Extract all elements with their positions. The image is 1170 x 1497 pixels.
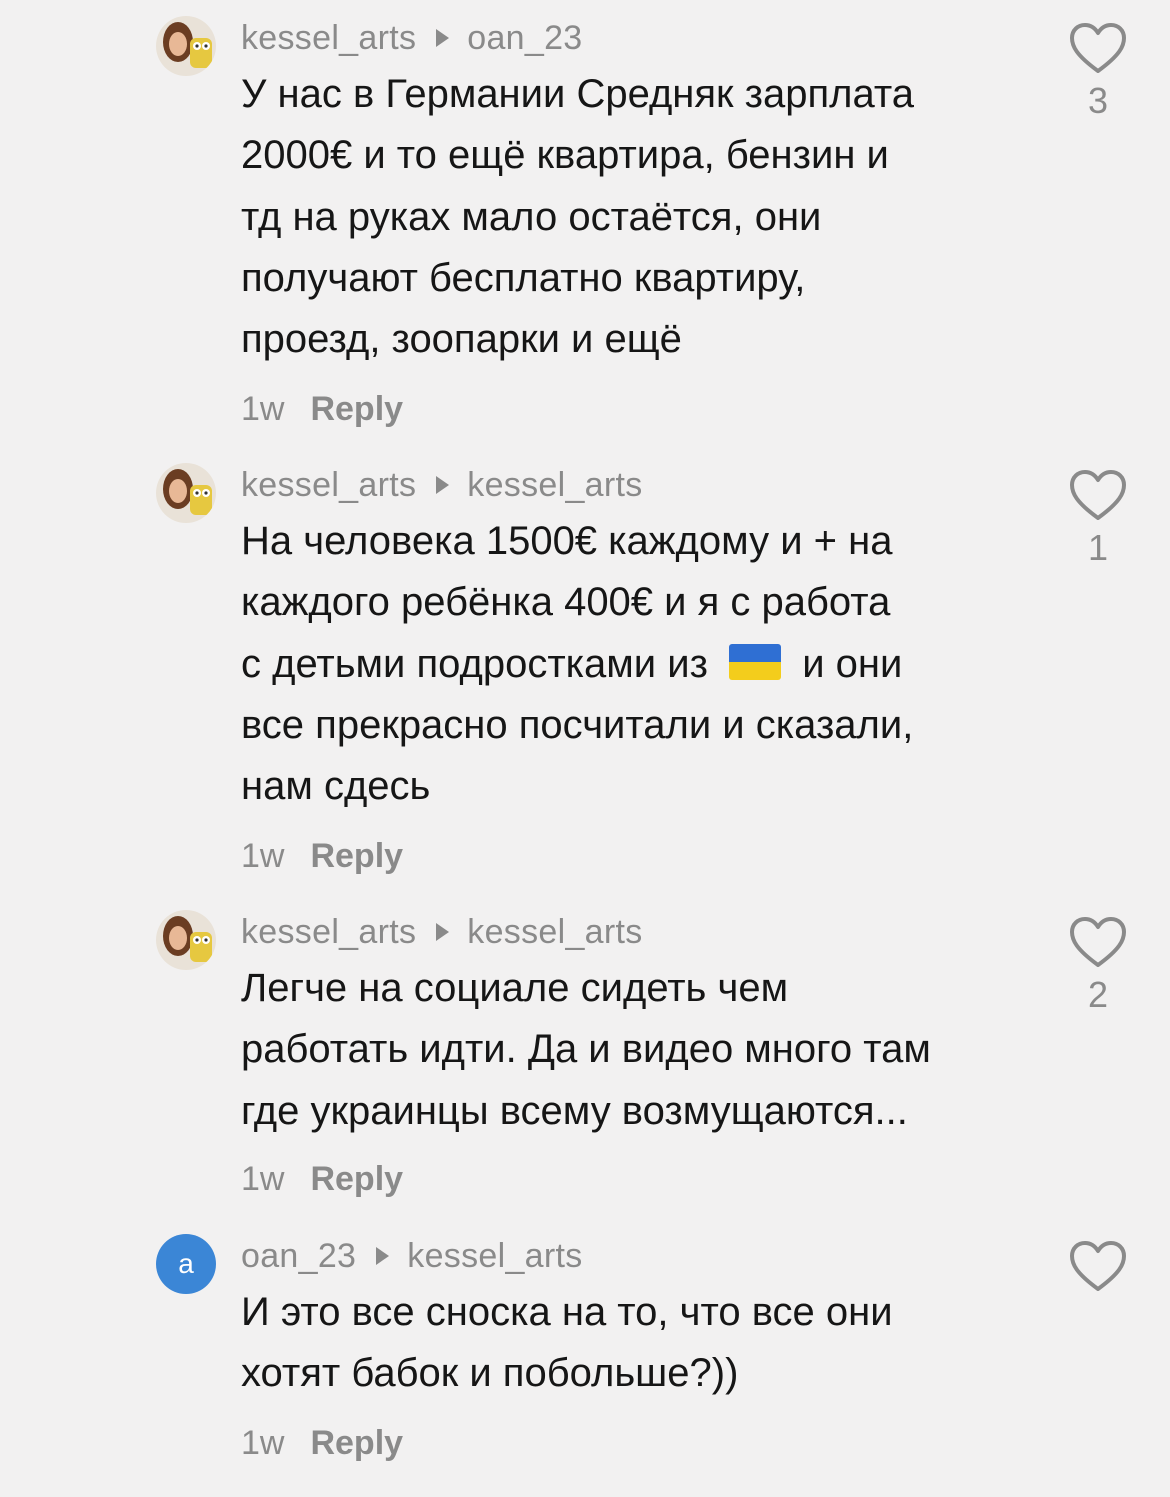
comment-line: все прекрасно посчитали и сказали,: [241, 702, 914, 747]
avatar[interactable]: a: [156, 1234, 216, 1294]
comment-line: проезд, зоопарки и ещё: [241, 317, 682, 362]
reply-to-name[interactable]: kessel_arts: [467, 913, 642, 952]
comment-header: kessel_arts oan_23: [241, 16, 583, 60]
comment-meta: 1w Reply: [241, 1424, 403, 1463]
user-photo-avatar-icon: [156, 16, 216, 76]
heart-icon: [1070, 917, 1126, 967]
comment-line: тд на руках мало остаётся, они: [241, 194, 822, 239]
reply-arrow-icon: [436, 923, 450, 941]
user-photo-avatar-icon: [156, 463, 216, 523]
heart-icon: [1070, 1241, 1126, 1291]
comment-line: И это все сноска на то, что все они: [241, 1290, 893, 1334]
reply-arrow-icon: [376, 1247, 390, 1265]
author-name[interactable]: kessel_arts: [241, 466, 416, 505]
reply-to-name[interactable]: kessel_arts: [407, 1237, 582, 1276]
comment-line: где украинцы всему возмущаются...: [241, 1088, 908, 1133]
comment-line-part: с детьми подростками из: [241, 641, 708, 686]
timestamp: 1w: [241, 837, 285, 875]
reply-button[interactable]: Reply: [310, 1424, 403, 1463]
reply-button[interactable]: Reply: [310, 1160, 403, 1199]
comment-line: нам сдесь: [241, 764, 431, 809]
author-name[interactable]: oan_23: [241, 1237, 356, 1276]
comment-line: У нас в Германии Средняк зарплата: [241, 72, 914, 116]
like-button[interactable]: [1068, 469, 1128, 523]
comment-line-part: и они: [802, 641, 903, 686]
timestamp: 1w: [241, 390, 285, 428]
comment-text: Легче на социале сидеть чем работать идт…: [241, 958, 1021, 1142]
like-button[interactable]: [1068, 22, 1128, 76]
comment-meta: 1w Reply: [241, 837, 403, 876]
author-name[interactable]: kessel_arts: [241, 913, 416, 952]
reply-button[interactable]: Reply: [310, 390, 403, 429]
comment-line: 2000€ и то ещё квартира, бензин и: [241, 133, 889, 178]
like-count: 2: [1087, 974, 1109, 1015]
comment-meta: 1w Reply: [241, 1160, 403, 1199]
comment-line: с детьми подростками из и они: [241, 634, 1021, 695]
author-name[interactable]: kessel_arts: [241, 19, 416, 58]
comment-line: хотят бабок и побольше?)): [241, 1351, 739, 1396]
reply-arrow-icon: [436, 476, 450, 494]
comment-line: получают бесплатно квартиру,: [241, 255, 806, 300]
comment-line: каждого ребёнка 400€ и я с работа: [241, 580, 891, 625]
comment-text: На человека 1500€ каждому и + на каждого…: [241, 511, 1021, 817]
comment-header: kessel_arts kessel_arts: [241, 910, 643, 954]
flag-top-stripe: [729, 644, 782, 663]
like-count: 3: [1087, 80, 1109, 121]
ukraine-flag-icon: [729, 644, 782, 681]
comment-header: oan_23 kessel_arts: [241, 1234, 583, 1278]
reply-to-name[interactable]: kessel_arts: [467, 466, 642, 505]
comment-line: работать идти. Да и видео много там: [241, 1027, 931, 1072]
like-button[interactable]: [1068, 916, 1128, 970]
heart-icon: [1070, 470, 1126, 520]
avatar[interactable]: [156, 16, 216, 76]
like-button[interactable]: [1068, 1240, 1128, 1294]
avatar[interactable]: [156, 910, 216, 970]
user-photo-avatar-icon: [156, 910, 216, 970]
timestamp: 1w: [241, 1160, 285, 1198]
comment-text: У нас в Германии Средняк зарплата 2000€ …: [241, 64, 1021, 370]
avatar[interactable]: [156, 463, 216, 523]
avatar-letter: a: [178, 1248, 194, 1279]
heart-icon: [1070, 23, 1126, 73]
reply-arrow-icon: [436, 29, 450, 47]
flag-bottom-stripe: [729, 662, 782, 681]
comment-header: kessel_arts kessel_arts: [241, 463, 643, 507]
comment-line: На человека 1500€ каждому и + на: [241, 519, 893, 563]
comment-line: Легче на социале сидеть чем: [241, 966, 789, 1010]
reply-button[interactable]: Reply: [310, 837, 403, 876]
reply-to-name[interactable]: oan_23: [467, 19, 582, 58]
timestamp: 1w: [241, 1424, 285, 1462]
comment-meta: 1w Reply: [241, 390, 403, 429]
like-count: 1: [1087, 527, 1109, 568]
comment-text: И это все сноска на то, что все они хотя…: [241, 1282, 1021, 1405]
